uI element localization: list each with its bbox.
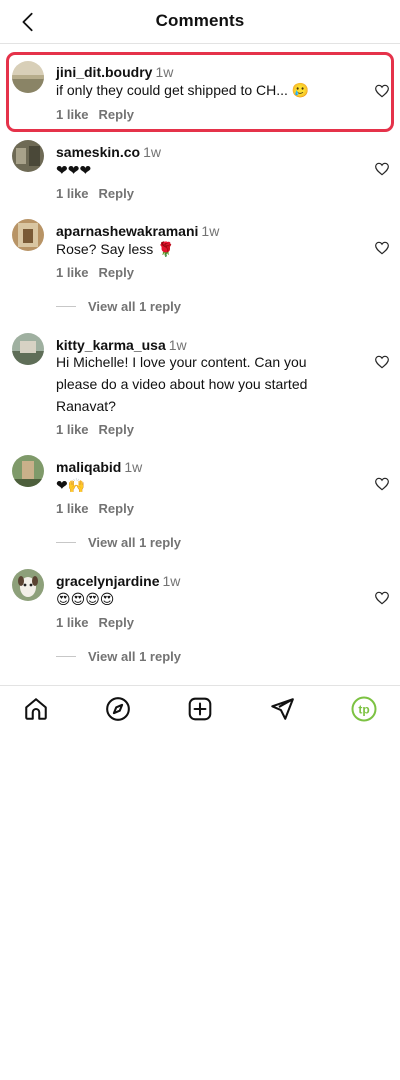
divider	[56, 542, 76, 543]
comment-username[interactable]: jini_dit.boudry	[56, 64, 152, 80]
tab-profile[interactable]: tp	[351, 696, 377, 722]
avatar[interactable]	[12, 569, 44, 601]
tab-home[interactable]	[23, 696, 49, 722]
comment-text: Hi Michelle! I love your content. Can yo…	[56, 354, 308, 414]
bottom-tab-bar: tp	[0, 685, 400, 731]
view-replies-button[interactable]: View all 1 reply	[56, 649, 181, 664]
heart-icon[interactable]	[374, 83, 390, 99]
avatar[interactable]	[12, 61, 44, 93]
avatar[interactable]	[12, 219, 44, 251]
direct-icon	[271, 698, 294, 720]
home-icon	[25, 698, 47, 720]
comment-time: 1w	[201, 223, 220, 239]
comment-username[interactable]: aparnashewakramani	[56, 223, 198, 239]
comment-text: 😍😍😍😍	[56, 591, 115, 607]
heart-icon[interactable]	[374, 476, 390, 492]
tab-direct[interactable]	[269, 696, 295, 722]
profile-avatar: tp	[351, 696, 377, 722]
comment-item: aparnashewakramani 1w Rose? Say less 🌹 1 …	[0, 219, 400, 319]
explore-icon	[106, 697, 130, 721]
like-count[interactable]: 1 like	[56, 107, 89, 122]
reply-button[interactable]: Reply	[99, 186, 134, 201]
comment-item: sameskin.co 1w ❤❤❤ 1 like Reply	[0, 140, 400, 210]
view-replies-button[interactable]: View all 1 reply	[56, 535, 181, 550]
comment-item: maliqabid 1w ❤🙌 1 like Reply View all 1 re…	[0, 455, 400, 555]
comment-item: jini_dit.boudry 1w if only they could get…	[0, 56, 400, 132]
like-count[interactable]: 1 like	[56, 501, 89, 516]
heart-icon[interactable]	[374, 240, 390, 256]
avatar[interactable]	[12, 455, 44, 487]
view-replies-label: View all 1 reply	[88, 299, 181, 314]
reply-button[interactable]: Reply	[99, 422, 134, 437]
like-count[interactable]: 1 like	[56, 186, 89, 201]
avatar[interactable]	[12, 140, 44, 172]
page-title: Comments	[155, 11, 245, 30]
comment-item: kitty_karma_usa 1w Hi Michelle! I love yo…	[0, 333, 400, 443]
header-bar: Comments	[0, 0, 400, 44]
avatar[interactable]	[12, 333, 44, 365]
comment-time: 1w	[162, 573, 181, 589]
comment-time: 1w	[124, 459, 143, 475]
view-replies-label: View all 1 reply	[88, 535, 181, 550]
reply-button[interactable]: Reply	[99, 265, 134, 280]
comment-username[interactable]: gracelynjardine	[56, 573, 160, 589]
heart-icon[interactable]	[374, 590, 390, 606]
divider	[56, 306, 76, 307]
reply-button[interactable]: Reply	[99, 615, 134, 630]
heart-icon[interactable]	[374, 161, 390, 177]
comment-text: ❤❤❤	[56, 162, 92, 178]
reply-button[interactable]: Reply	[99, 501, 134, 516]
comment-time: 1w	[155, 64, 174, 80]
view-replies-button[interactable]: View all 1 reply	[56, 299, 181, 314]
comment-time: 1w	[143, 144, 161, 160]
divider	[56, 656, 76, 657]
comment-text: ❤🙌	[56, 477, 86, 493]
heart-icon[interactable]	[374, 354, 390, 370]
tab-new-post[interactable]	[187, 696, 213, 722]
like-count[interactable]: 1 like	[56, 422, 89, 437]
comment-username[interactable]: sameskin.co	[56, 144, 140, 160]
like-count[interactable]: 1 like	[56, 615, 89, 630]
comment-text: Rose? Say less 🌹	[56, 241, 175, 257]
comment-item: gracelynjardine 1w 😍😍😍😍 1 like Reply View …	[0, 569, 400, 669]
comment-username[interactable]: maliqabid	[56, 459, 121, 475]
reply-button[interactable]: Reply	[99, 107, 134, 122]
comment-text: if only they could get shipped to CH... …	[56, 82, 310, 98]
new-post-icon	[188, 697, 212, 721]
tab-explore[interactable]	[105, 696, 131, 722]
like-count[interactable]: 1 like	[56, 265, 89, 280]
view-replies-label: View all 1 reply	[88, 649, 181, 664]
profile-initials: tp	[358, 703, 369, 717]
